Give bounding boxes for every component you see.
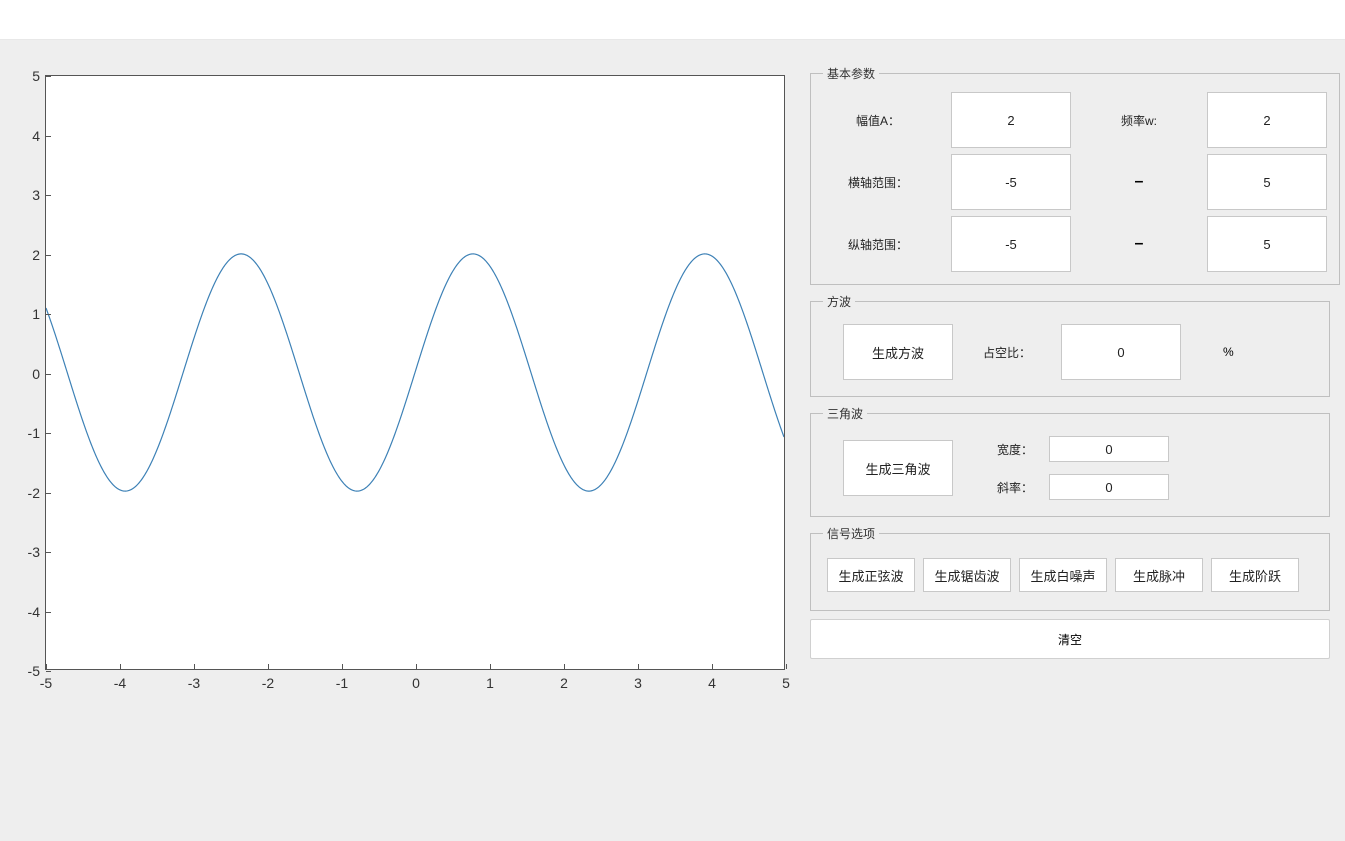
y-tick-label: -1 bbox=[28, 425, 40, 441]
yrange-label: 纵轴范围： bbox=[823, 236, 933, 253]
x-tick-mark bbox=[194, 664, 195, 669]
y-tick-mark bbox=[46, 552, 51, 553]
x-tick-mark bbox=[342, 664, 343, 669]
y-tick-mark bbox=[46, 374, 51, 375]
y-tick-label: 0 bbox=[32, 366, 40, 382]
y-tick-label: 3 bbox=[32, 187, 40, 203]
y-tick-mark bbox=[46, 493, 51, 494]
plot-container: -5 -4 -3 -2 -1 0 1 2 3 4 5 -5 -4 -3 -2 -1 0 1 2 3 4 5 bbox=[10, 70, 800, 750]
xrange-min-field[interactable]: -5 bbox=[951, 154, 1071, 210]
frequency-field[interactable]: 2 bbox=[1207, 92, 1327, 148]
xrange-dash: – bbox=[1089, 173, 1189, 191]
x-tick-label: -5 bbox=[40, 675, 52, 691]
slope-field[interactable]: 0 bbox=[1049, 474, 1169, 500]
x-tick-mark bbox=[786, 664, 787, 669]
percent-label: % bbox=[1223, 345, 1234, 359]
panel-triangle-legend: 三角波 bbox=[823, 405, 867, 422]
y-tick-mark bbox=[46, 255, 51, 256]
yrange-min-field[interactable]: -5 bbox=[951, 216, 1071, 272]
panel-square-wave: 方波 生成方波 占空比： 0 % bbox=[810, 293, 1330, 397]
x-tick-label: 4 bbox=[708, 675, 716, 691]
x-tick-label: -4 bbox=[114, 675, 126, 691]
panel-signal-options: 信号选项 生成正弦波 生成锯齿波 生成白噪声 生成脉冲 生成阶跃 bbox=[810, 525, 1330, 611]
generate-square-button[interactable]: 生成方波 bbox=[843, 324, 953, 380]
generate-step-button[interactable]: 生成阶跃 bbox=[1211, 558, 1299, 592]
x-tick-label: 2 bbox=[560, 675, 568, 691]
generate-whitenoise-button[interactable]: 生成白噪声 bbox=[1019, 558, 1107, 592]
y-tick-mark bbox=[46, 671, 51, 672]
y-tick-label: 2 bbox=[32, 247, 40, 263]
panel-basic-legend: 基本参数 bbox=[823, 65, 879, 82]
y-tick-label: 1 bbox=[32, 306, 40, 322]
slope-label: 斜率： bbox=[983, 479, 1033, 496]
x-tick-label: 0 bbox=[412, 675, 420, 691]
x-tick-label: -1 bbox=[336, 675, 348, 691]
x-tick-label: 1 bbox=[486, 675, 494, 691]
amplitude-field[interactable]: 2 bbox=[951, 92, 1071, 148]
duty-cycle-label: 占空比： bbox=[983, 344, 1031, 361]
x-tick-mark bbox=[120, 664, 121, 669]
controls-column: 基本参数 幅值A： 2 频率w: 2 横轴范围： -5 – 5 纵轴范围： -5… bbox=[810, 65, 1330, 659]
yrange-max-field[interactable]: 5 bbox=[1207, 216, 1327, 272]
x-tick-mark bbox=[712, 664, 713, 669]
x-tick-label: 5 bbox=[782, 675, 790, 691]
panel-basic-params: 基本参数 幅值A： 2 频率w: 2 横轴范围： -5 – 5 纵轴范围： -5… bbox=[810, 65, 1340, 285]
width-field[interactable]: 0 bbox=[1049, 436, 1169, 462]
y-tick-label: -5 bbox=[28, 663, 40, 679]
sine-curve bbox=[46, 254, 784, 491]
window-titlebar bbox=[0, 0, 1345, 40]
clear-button[interactable]: 清空 bbox=[810, 619, 1330, 659]
x-tick-label: -2 bbox=[262, 675, 274, 691]
y-tick-label: -3 bbox=[28, 544, 40, 560]
y-tick-mark bbox=[46, 433, 51, 434]
yrange-dash: – bbox=[1089, 235, 1189, 253]
x-tick-mark bbox=[416, 664, 417, 669]
panel-square-legend: 方波 bbox=[823, 293, 855, 310]
y-tick-label: -4 bbox=[28, 604, 40, 620]
x-tick-label: 3 bbox=[634, 675, 642, 691]
y-tick-mark bbox=[46, 314, 51, 315]
x-tick-mark bbox=[268, 664, 269, 669]
plot-svg bbox=[46, 76, 784, 669]
x-tick-mark bbox=[46, 664, 47, 669]
x-tick-mark bbox=[490, 664, 491, 669]
figure-background: -5 -4 -3 -2 -1 0 1 2 3 4 5 -5 -4 -3 -2 -1 0 1 2 3 4 5 基本参数 幅值… bbox=[0, 40, 1345, 841]
y-tick-label: -2 bbox=[28, 485, 40, 501]
x-tick-label: -3 bbox=[188, 675, 200, 691]
y-tick-mark bbox=[46, 136, 51, 137]
y-tick-label: 5 bbox=[32, 68, 40, 84]
xrange-max-field[interactable]: 5 bbox=[1207, 154, 1327, 210]
width-label: 宽度： bbox=[983, 441, 1033, 458]
xrange-label: 横轴范围： bbox=[823, 174, 933, 191]
frequency-label: 频率w: bbox=[1089, 112, 1189, 129]
panel-triangle-wave: 三角波 生成三角波 宽度： 0 斜率： 0 bbox=[810, 405, 1330, 517]
x-tick-mark bbox=[564, 664, 565, 669]
x-tick-mark bbox=[638, 664, 639, 669]
y-tick-label: 4 bbox=[32, 128, 40, 144]
generate-triangle-button[interactable]: 生成三角波 bbox=[843, 440, 953, 496]
y-tick-mark bbox=[46, 195, 51, 196]
amplitude-label: 幅值A： bbox=[823, 112, 933, 129]
plot-axes[interactable]: -5-4-3-2-1012345-5-4-3-2-1012345 bbox=[45, 75, 785, 670]
generate-pulse-button[interactable]: 生成脉冲 bbox=[1115, 558, 1203, 592]
duty-cycle-field[interactable]: 0 bbox=[1061, 324, 1181, 380]
generate-sawtooth-button[interactable]: 生成锯齿波 bbox=[923, 558, 1011, 592]
y-tick-mark bbox=[46, 612, 51, 613]
y-tick-mark bbox=[46, 76, 51, 77]
panel-signals-legend: 信号选项 bbox=[823, 525, 879, 542]
generate-sine-button[interactable]: 生成正弦波 bbox=[827, 558, 915, 592]
